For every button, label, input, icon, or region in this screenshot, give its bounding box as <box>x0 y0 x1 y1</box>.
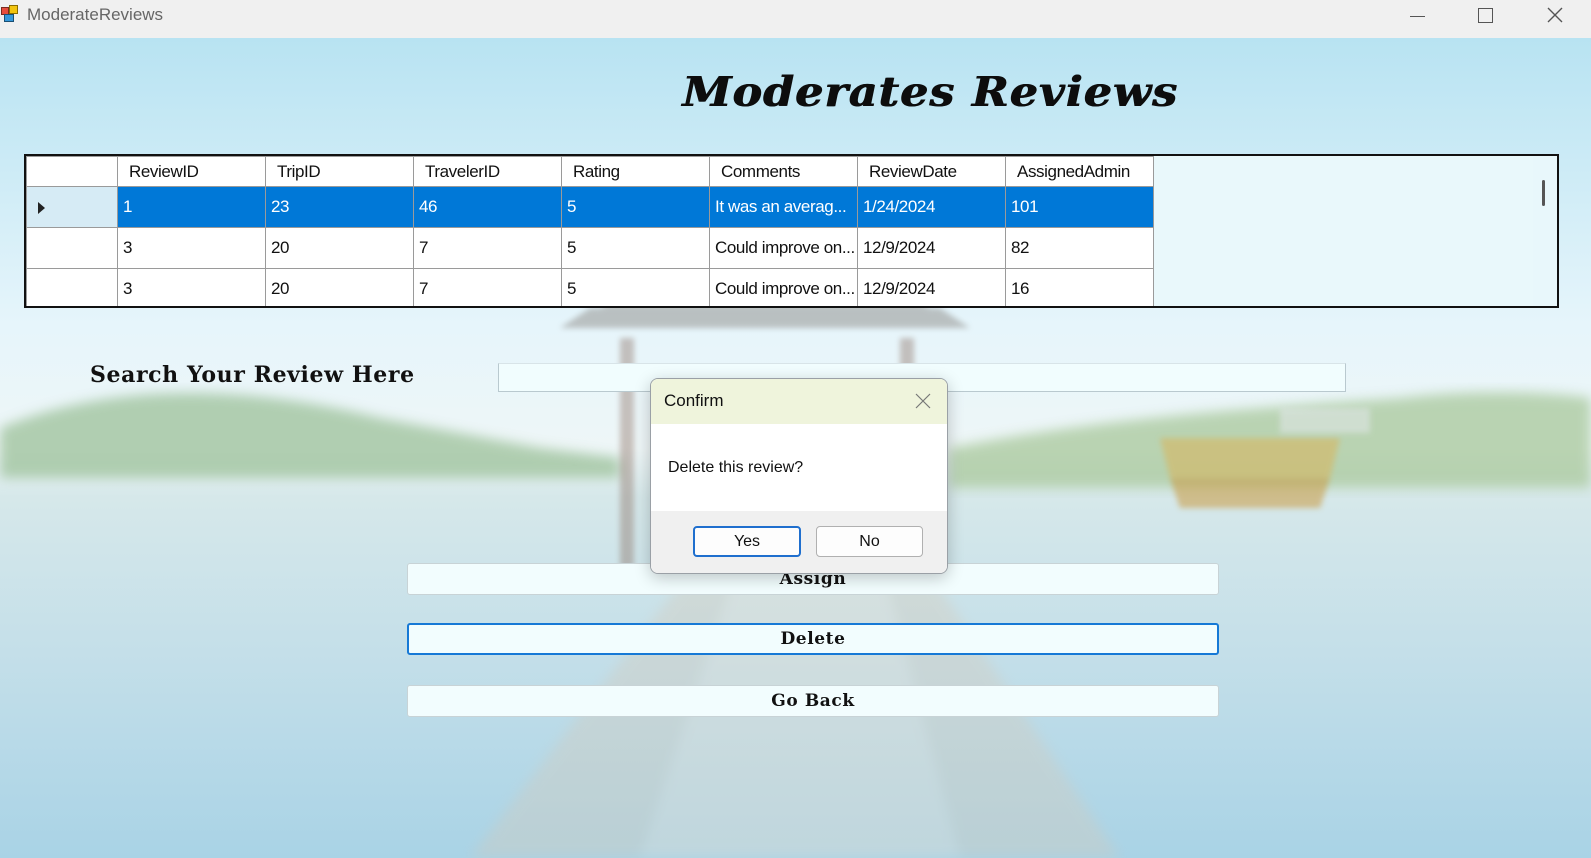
grid-cell[interactable]: 20 <box>265 268 414 306</box>
column-header-travelerid[interactable]: TravelerID <box>413 156 562 187</box>
table-row[interactable]: 3 20 7 5 Could improve on... 12/9/2024 1… <box>26 268 1154 306</box>
dialog-close-button[interactable] <box>913 391 933 411</box>
grid-cell[interactable]: 5 <box>561 186 710 228</box>
form-client-area: Moderates Reviews ReviewID TripID Travel… <box>0 38 1591 858</box>
minimize-button[interactable] <box>1388 0 1446 30</box>
grid-cell[interactable]: It was an averag... <box>709 186 858 228</box>
grid-cell[interactable]: 3 <box>117 268 266 306</box>
close-window-button[interactable] <box>1526 0 1584 30</box>
grid-cell[interactable]: 101 <box>1005 186 1154 228</box>
grid-cell[interactable]: 7 <box>413 227 562 269</box>
grid-cell[interactable]: Could improve on... <box>709 227 858 269</box>
window-titlebar: ModerateReviews <box>0 0 1591 38</box>
grid-cell[interactable]: 5 <box>561 268 710 306</box>
table-row[interactable]: 1 23 46 5 It was an averag... 1/24/2024 … <box>26 186 1154 228</box>
grid-cell[interactable]: Could improve on... <box>709 268 858 306</box>
window-title: ModerateReviews <box>27 5 164 24</box>
dialog-titlebar: Confirm <box>651 379 947 424</box>
maximize-button[interactable] <box>1456 0 1514 30</box>
reviews-grid[interactable]: ReviewID TripID TravelerID Rating Commen… <box>24 154 1559 308</box>
no-button[interactable]: No <box>816 526 923 557</box>
row-header[interactable] <box>26 186 118 228</box>
close-icon <box>1547 7 1563 23</box>
column-header-rating[interactable]: Rating <box>561 156 710 187</box>
dialog-message: Delete this review? <box>668 459 804 476</box>
grid-cell[interactable]: 12/9/2024 <box>857 268 1006 306</box>
grid-cell[interactable]: 12/9/2024 <box>857 227 1006 269</box>
grid-cell[interactable]: 46 <box>413 186 562 228</box>
column-header-tripid[interactable]: TripID <box>265 156 414 187</box>
grid-cell[interactable]: 3 <box>117 227 266 269</box>
go-back-button[interactable]: Go Back <box>407 685 1219 717</box>
yes-button[interactable]: Yes <box>693 526 801 557</box>
minimize-icon <box>1409 15 1425 17</box>
grid-cell[interactable]: 1/24/2024 <box>857 186 1006 228</box>
reviews-table: ReviewID TripID TravelerID Rating Commen… <box>26 156 1154 306</box>
grid-vertical-scrollbar[interactable] <box>1533 156 1557 306</box>
form-title: Moderates Reviews <box>682 68 1178 116</box>
grid-cell[interactable]: 7 <box>413 268 562 306</box>
column-header-assignedadmin[interactable]: AssignedAdmin <box>1005 156 1154 187</box>
maximize-icon <box>1477 7 1493 23</box>
app-icon <box>0 4 20 24</box>
scrollbar-thumb[interactable] <box>1542 180 1545 206</box>
confirm-dialog: Confirm Delete this review? Yes No <box>650 378 948 574</box>
grid-cell[interactable]: 16 <box>1005 268 1154 306</box>
grid-cell[interactable]: 23 <box>265 186 414 228</box>
column-header-reviewdate[interactable]: ReviewDate <box>857 156 1006 187</box>
close-icon <box>915 393 931 409</box>
grid-cell[interactable]: 20 <box>265 227 414 269</box>
row-header[interactable] <box>26 268 118 306</box>
grid-cell[interactable]: 82 <box>1005 227 1154 269</box>
grid-corner-header <box>26 156 118 187</box>
dialog-title: Confirm <box>664 391 724 410</box>
grid-cell[interactable]: 5 <box>561 227 710 269</box>
row-header[interactable] <box>26 227 118 269</box>
table-row[interactable]: 3 20 7 5 Could improve on... 12/9/2024 8… <box>26 227 1154 269</box>
column-header-comments[interactable]: Comments <box>709 156 858 187</box>
column-header-reviewid[interactable]: ReviewID <box>117 156 266 187</box>
grid-header-row: ReviewID TripID TravelerID Rating Commen… <box>26 156 1154 187</box>
current-row-arrow-icon <box>38 202 45 214</box>
grid-cell[interactable]: 1 <box>117 186 266 228</box>
search-label: Search Your Review Here <box>90 362 415 388</box>
delete-button[interactable]: Delete <box>407 623 1219 655</box>
